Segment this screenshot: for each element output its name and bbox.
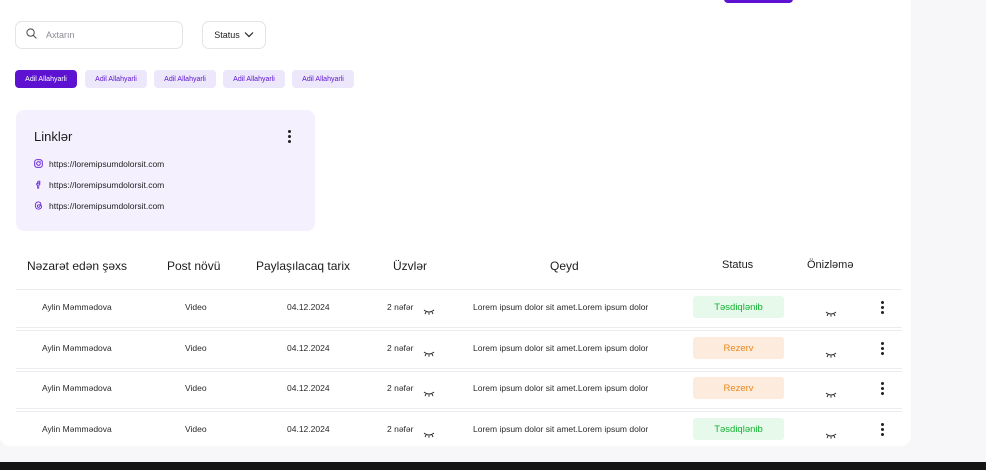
cell-date: 04.12.2024 — [287, 302, 330, 312]
link-item: https://loremipsumdolorsit.com — [34, 157, 164, 171]
row-divider — [16, 368, 902, 369]
cell-members: 2 nəfər — [387, 383, 414, 393]
cell-note: Lorem ipsum dolor sit amet.Lorem ipsum d… — [473, 383, 649, 393]
threads-icon — [34, 200, 43, 212]
eye-closed-icon[interactable] — [423, 384, 435, 402]
row-divider — [16, 408, 902, 409]
status-badge: Təsdiqlənib — [693, 418, 784, 440]
filter-chip[interactable]: Adil Allahyarli — [85, 70, 147, 88]
column-header-post-type[interactable]: Post növü — [167, 259, 220, 273]
row-divider — [16, 411, 902, 412]
filter-chip[interactable]: Adil Allahyarli — [154, 70, 216, 88]
filter-chip[interactable]: Adil Allahyarli — [223, 70, 285, 88]
status-filter-dropdown[interactable]: Status — [202, 21, 266, 49]
row-menu-icon[interactable] — [876, 300, 888, 314]
eye-closed-icon[interactable] — [423, 344, 435, 362]
eye-closed-icon[interactable] — [423, 302, 435, 320]
links-card-title: Linklər — [34, 129, 73, 144]
cell-post-type: Video — [185, 343, 207, 353]
facebook-icon — [34, 180, 43, 191]
row-divider — [16, 327, 902, 328]
search-box[interactable] — [15, 21, 183, 49]
column-header-supervisor[interactable]: Nəzarət edən şəxs — [27, 259, 127, 273]
link-url[interactable]: https://loremipsumdolorsit.com — [49, 159, 164, 169]
link-url[interactable]: https://loremipsumdolorsit.com — [49, 201, 164, 211]
link-item: https://loremipsumdolorsit.com — [34, 199, 164, 213]
cell-members: 2 nəfər — [387, 302, 414, 312]
cell-note: Lorem ipsum dolor sit amet.Lorem ipsum d… — [473, 424, 649, 434]
search-icon — [26, 26, 37, 44]
preview-eye-icon[interactable] — [825, 426, 837, 444]
cell-supervisor: Aylin Məmmədova — [42, 302, 112, 312]
preview-eye-icon[interactable] — [825, 304, 837, 322]
cell-members: 2 nəfər — [387, 343, 414, 353]
row-divider — [16, 330, 902, 331]
main-panel: Status Adil Allahyarli Adil Allahyarli A… — [0, 0, 911, 446]
filter-chip[interactable]: Adil Allahyarli — [15, 70, 77, 88]
cell-members: 2 nəfər — [387, 424, 414, 434]
link-item: https://loremipsumdolorsit.com — [34, 178, 164, 192]
column-header-members[interactable]: Üzvlər — [393, 259, 427, 273]
instagram-icon — [34, 158, 43, 170]
cell-post-type: Video — [185, 383, 207, 393]
links-card: Linklər https://loremipsumdolorsit.com h… — [16, 110, 315, 231]
cell-supervisor: Aylin Məmmədova — [42, 424, 112, 434]
more-options-icon[interactable] — [283, 128, 295, 144]
column-header-preview[interactable]: Önizləmə — [807, 259, 853, 271]
chevron-down-icon — [244, 30, 254, 40]
cell-note: Lorem ipsum dolor sit amet.Lorem ipsum d… — [473, 343, 649, 353]
cell-date: 04.12.2024 — [287, 383, 330, 393]
status-filter-label: Status — [214, 30, 240, 40]
row-menu-icon[interactable] — [876, 341, 888, 355]
status-badge: Rezerv — [693, 377, 784, 399]
link-url[interactable]: https://loremipsumdolorsit.com — [49, 180, 164, 190]
row-divider — [16, 289, 902, 290]
top-action-button[interactable] — [724, 0, 793, 3]
cell-post-type: Video — [185, 424, 207, 434]
cell-supervisor: Aylin Məmmədova — [42, 383, 112, 393]
row-menu-icon[interactable] — [876, 381, 888, 395]
cell-note: Lorem ipsum dolor sit amet.Lorem ipsum d… — [473, 302, 649, 312]
eye-closed-icon[interactable] — [423, 425, 435, 443]
cell-date: 04.12.2024 — [287, 343, 330, 353]
column-header-note[interactable]: Qeyd — [550, 259, 579, 273]
column-header-publish-date[interactable]: Paylaşılacaq tarix — [256, 259, 350, 273]
status-badge: Təsdiqlənib — [693, 296, 784, 318]
cell-date: 04.12.2024 — [287, 424, 330, 434]
preview-eye-icon[interactable] — [825, 345, 837, 363]
column-header-status[interactable]: Status — [722, 259, 753, 271]
bottom-bar — [0, 462, 986, 470]
preview-eye-icon[interactable] — [825, 385, 837, 403]
status-badge: Rezerv — [693, 337, 784, 359]
filter-chip[interactable]: Adil Allahyarli — [292, 70, 354, 88]
search-input[interactable] — [44, 29, 168, 41]
cell-supervisor: Aylin Məmmədova — [42, 343, 112, 353]
row-menu-icon[interactable] — [876, 422, 888, 436]
cell-post-type: Video — [185, 302, 207, 312]
row-divider — [16, 371, 902, 372]
